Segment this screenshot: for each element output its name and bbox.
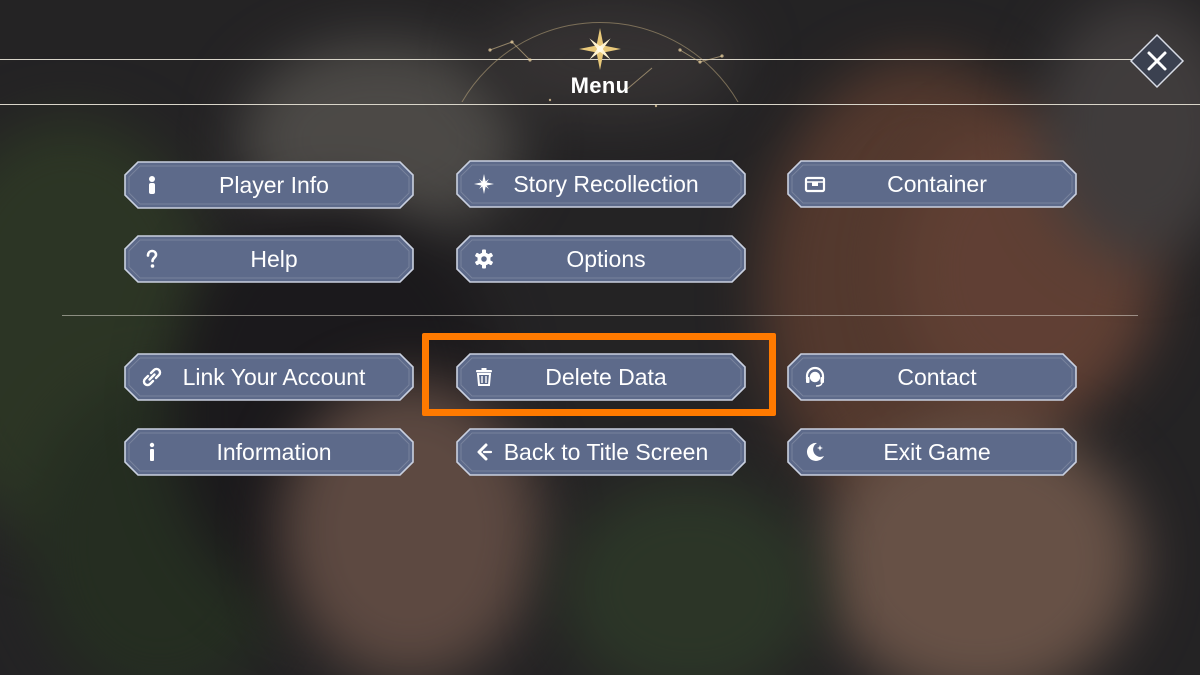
story-recollection-button[interactable]: Story Recollection: [456, 160, 746, 208]
section-divider: [62, 315, 1138, 316]
exit-game-button[interactable]: Exit Game: [787, 428, 1077, 476]
help-label: Help: [250, 246, 298, 272]
information-label: Information: [216, 439, 332, 465]
contact-button[interactable]: Contact: [787, 353, 1077, 401]
back-to-title-button[interactable]: Back to Title Screen: [456, 428, 746, 476]
exit-game-label: Exit Game: [883, 439, 991, 465]
options-label: Options: [566, 246, 646, 272]
page-title: Menu: [570, 73, 630, 98]
player-info-button[interactable]: Player Info: [124, 161, 414, 209]
story-recollection-label: Story Recollection: [513, 171, 699, 197]
container-button[interactable]: Container: [787, 160, 1077, 208]
container-label: Container: [887, 171, 987, 197]
player-info-label: Player Info: [219, 172, 329, 198]
back-to-title-label: Back to Title Screen: [503, 439, 709, 465]
link-account-button[interactable]: Link Your Account: [124, 353, 414, 401]
compass-star-icon: [579, 28, 621, 70]
link-account-label: Link Your Account: [182, 364, 366, 390]
contact-label: Contact: [897, 364, 977, 390]
help-button[interactable]: Help: [124, 235, 414, 283]
close-button[interactable]: [1129, 33, 1185, 89]
close-icon: [1129, 33, 1185, 89]
delete-data-highlight-box: [422, 333, 776, 416]
information-button[interactable]: Information: [124, 428, 414, 476]
options-button[interactable]: Options: [456, 235, 746, 283]
